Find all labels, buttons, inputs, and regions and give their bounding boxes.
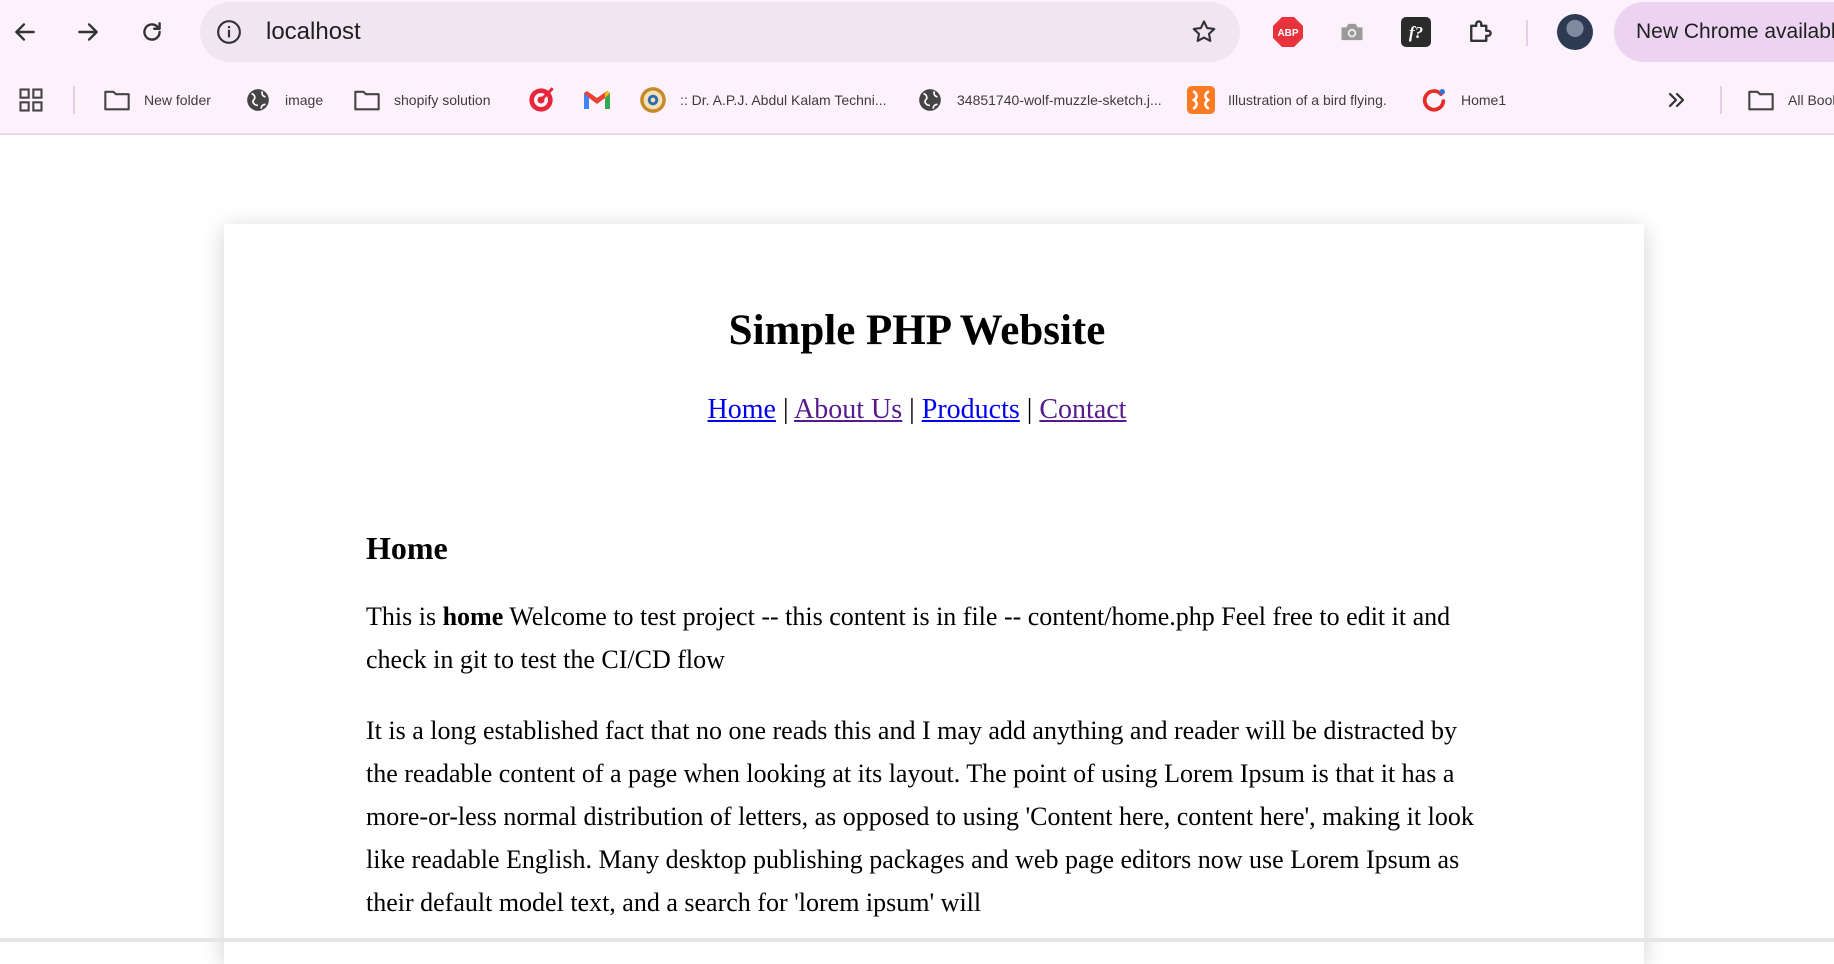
profile-avatar[interactable] xyxy=(1557,14,1593,50)
site-nav: Home | About Us | Products | Contact xyxy=(0,394,1834,426)
bookmarks-divider xyxy=(1720,86,1722,114)
bookmark-label: 34851740-wolf-muzzle-sketch.j... xyxy=(957,92,1162,108)
bookmark-shopify-solution[interactable]: shopify solution xyxy=(352,80,491,120)
xampp-icon xyxy=(1186,85,1216,115)
main-content: Home This is home Welcome to test projec… xyxy=(366,530,1486,952)
globe-icon xyxy=(915,85,945,115)
bookmark-gmail[interactable] xyxy=(582,80,624,120)
intro-prefix: This is xyxy=(366,602,443,631)
nav-link-contact[interactable]: Contact xyxy=(1039,394,1126,425)
chrome-update-button[interactable]: New Chrome available xyxy=(1614,2,1834,62)
bookmark-label: :: Dr. A.P.J. Abdul Kalam Techni... xyxy=(680,92,887,108)
double-chevron-right-icon xyxy=(1662,85,1692,115)
bookmark-label: shopify solution xyxy=(394,92,491,108)
reload-icon xyxy=(143,22,161,41)
university-seal-icon xyxy=(638,85,668,115)
bookmark-label: Home1 xyxy=(1461,92,1507,108)
nav-link-products[interactable]: Products xyxy=(922,394,1020,425)
bookmarks-bar: New folder image shopify solution :: Dr.… xyxy=(0,66,1834,135)
back-button[interactable] xyxy=(4,11,46,53)
abp-icon[interactable]: ABP xyxy=(1270,14,1306,50)
bookmark-label: image xyxy=(285,92,324,108)
forward-button[interactable] xyxy=(67,11,109,53)
content-heading: Home xyxy=(366,530,448,566)
red-target-icon xyxy=(526,85,556,115)
site-title: Simple PHP Website xyxy=(728,307,1106,354)
arrow-right-icon xyxy=(78,23,98,41)
bookmark-label: All Bookmarks xyxy=(1788,92,1834,108)
bookmark-red-target[interactable] xyxy=(526,80,568,120)
bookmark-label: Illustration of a bird flying. xyxy=(1228,92,1387,108)
bookmark-label: New folder xyxy=(144,92,211,108)
window-bottom-edge xyxy=(0,938,1834,942)
nav-link-home[interactable]: Home xyxy=(708,394,776,425)
folder-icon xyxy=(352,85,382,115)
address-bar[interactable]: localhost xyxy=(200,2,1240,62)
folder-icon xyxy=(102,85,132,115)
arrow-left-icon xyxy=(15,23,35,41)
reload-button[interactable] xyxy=(131,11,173,53)
nav-separator: | xyxy=(909,394,915,425)
lorem-paragraph: It is a long established fact that no on… xyxy=(366,716,1474,917)
bookmark-home1[interactable]: Home1 xyxy=(1419,80,1506,120)
url-text[interactable]: localhost xyxy=(266,2,361,62)
toolbar-divider xyxy=(1526,20,1528,46)
nav-link-about-us[interactable]: About Us xyxy=(794,394,902,425)
camera-icon[interactable] xyxy=(1334,14,1370,50)
globe-icon xyxy=(243,85,273,115)
intro-bold: home xyxy=(442,602,504,631)
font-ninja-icon[interactable]: f? xyxy=(1398,14,1434,50)
bookmarks-divider xyxy=(73,86,75,114)
site-info-icon[interactable] xyxy=(216,19,242,50)
puzzle-icon[interactable] xyxy=(1462,14,1498,50)
apps-button[interactable] xyxy=(16,80,58,120)
bookmark-new-folder[interactable]: New folder xyxy=(102,80,211,120)
svg-text:ABP: ABP xyxy=(1277,28,1298,39)
bookmark-star-icon[interactable] xyxy=(1190,18,1218,51)
red-swirl-icon xyxy=(1419,85,1449,115)
bookmark-bird-illustration[interactable]: Illustration of a bird flying. xyxy=(1186,80,1387,120)
nav-separator: | xyxy=(782,394,789,425)
update-label: New Chrome available xyxy=(1636,20,1834,43)
folder-icon xyxy=(1746,85,1776,115)
gmail-icon xyxy=(582,85,612,115)
all-bookmarks-folder[interactable]: All Bookmarks xyxy=(1746,80,1834,120)
intro-paragraph: This is home Welcome to test project -- … xyxy=(366,595,1486,681)
browser-toolbar: localhost ABP f? New Chrome available xyxy=(0,0,1834,66)
svg-text:f?: f? xyxy=(1409,23,1423,42)
bookmarks-overflow-button[interactable] xyxy=(1662,80,1704,120)
bookmark-image[interactable]: image xyxy=(243,80,323,120)
bookmark-aktu[interactable]: :: Dr. A.P.J. Abdul Kalam Techni... xyxy=(638,80,887,120)
intro-suffix: Welcome to test project -- this content … xyxy=(366,602,1451,674)
nav-separator: | xyxy=(1026,394,1033,425)
bookmark-wolf-sketch[interactable]: 34851740-wolf-muzzle-sketch.j... xyxy=(915,80,1162,120)
apps-grid-icon xyxy=(16,85,46,115)
